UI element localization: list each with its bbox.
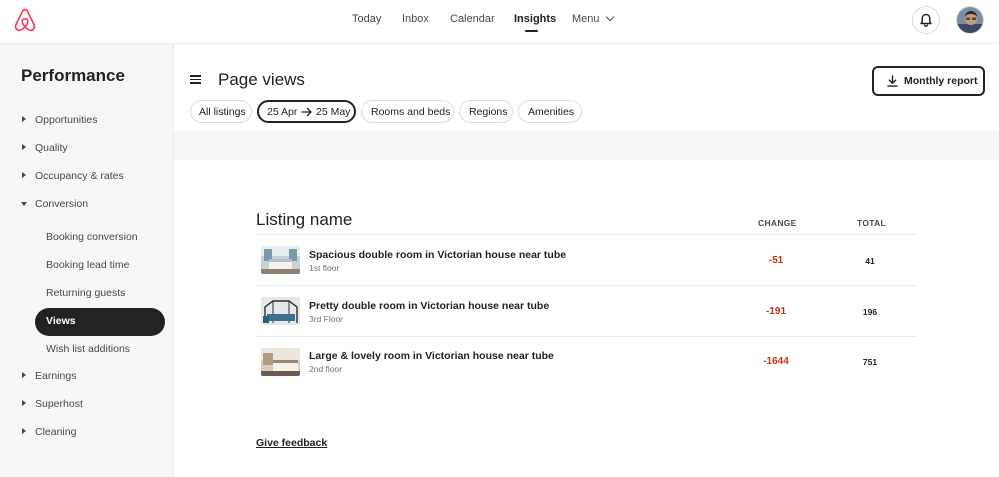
sidebar-item-label: Occupancy & rates <box>35 170 124 182</box>
listing-floor: 1st floor <box>309 263 340 273</box>
sidebar-subitem-returning-guests[interactable]: Returning guests <box>0 284 173 304</box>
sidebar-item-cleaning[interactable]: Cleaning <box>0 423 173 443</box>
chip-label: Amenities <box>528 106 575 118</box>
sidebar-item-occupancy-rates[interactable]: Occupancy & rates <box>0 167 173 187</box>
sidebar-subitem-booking-lead-time[interactable]: Booking lead time <box>0 256 173 276</box>
change-value: -51 <box>768 255 784 266</box>
arrow-right-icon <box>301 107 312 117</box>
caret-right-icon <box>22 116 26 122</box>
date-from: 25 Apr <box>267 106 298 118</box>
divider <box>256 234 916 235</box>
change-value: -191 <box>765 306 786 317</box>
sidebar-subitem-views[interactable]: Views <box>0 308 173 336</box>
chip-label: Rooms and beds <box>371 106 451 118</box>
sidebar-subitem-label: Booking lead time <box>46 259 130 271</box>
sidebar-item-label: Cleaning <box>35 426 77 438</box>
chip-label: All listings <box>199 106 246 118</box>
sidebar-item-label: Opportunities <box>35 114 98 126</box>
chart-area-placeholder <box>174 131 999 160</box>
listing-thumbnail <box>261 348 300 376</box>
user-avatar[interactable] <box>956 6 984 34</box>
sidebar-item-label: Earnings <box>35 370 77 382</box>
active-tab-indicator <box>525 30 538 32</box>
sidebar-subitem-booking-conversion[interactable]: Booking conversion <box>0 228 173 248</box>
listing-name[interactable]: Pretty double room in Victorian house ne… <box>309 300 549 312</box>
notifications-button[interactable] <box>912 6 940 34</box>
bell-icon <box>920 13 932 27</box>
sidebar-item-quality[interactable]: Quality <box>0 139 173 159</box>
sidebar-title: Performance <box>21 66 125 85</box>
date-to: 25 May <box>316 106 351 118</box>
menu-toggle-icon[interactable] <box>190 75 201 84</box>
give-feedback-link[interactable]: Give feedback <box>256 437 327 449</box>
column-header-change: CHANGE <box>758 218 797 228</box>
sidebar-item-opportunities[interactable]: Opportunities <box>0 111 173 131</box>
listing-thumbnail <box>261 246 300 274</box>
airbnb-logo-icon[interactable] <box>13 8 37 32</box>
filter-amenities[interactable]: Amenities <box>518 100 582 123</box>
caret-right-icon <box>22 400 26 406</box>
nav-menu-label: Menu <box>572 13 600 25</box>
sidebar-item-superhost[interactable]: Superhost <box>0 395 173 415</box>
table-title: Listing name <box>256 210 353 229</box>
nav-inbox[interactable]: Inbox <box>402 13 429 25</box>
sidebar-item-label: Superhost <box>35 398 83 410</box>
change-value: -1644 <box>763 356 789 367</box>
nav-calendar[interactable]: Calendar <box>450 13 495 25</box>
avatar-image <box>957 7 983 33</box>
sidebar-item-conversion[interactable]: Conversion <box>0 195 173 215</box>
filter-rooms-and-beds[interactable]: Rooms and beds <box>361 100 454 123</box>
listing-name[interactable]: Spacious double room in Victorian house … <box>309 249 566 261</box>
caret-right-icon <box>22 172 26 178</box>
sidebar-item-earnings[interactable]: Earnings <box>0 367 173 387</box>
listing-floor: 3rd Floor <box>309 314 344 324</box>
caret-right-icon <box>22 144 26 150</box>
filter-date-range[interactable]: 25 Apr 25 May <box>257 100 356 123</box>
chip-label: Regions <box>469 106 508 118</box>
download-icon <box>887 75 898 87</box>
divider <box>256 285 916 286</box>
caret-right-icon <box>22 428 26 434</box>
sidebar-item-label: Quality <box>35 142 68 154</box>
sidebar-subitem-label: Booking conversion <box>46 231 138 243</box>
divider <box>256 336 916 337</box>
column-header-total: TOTAL <box>857 218 887 228</box>
chevron-down-icon <box>605 12 614 22</box>
sidebar-subitem-wish-list-additions[interactable]: Wish list additions <box>0 340 173 360</box>
listing-thumbnail <box>261 297 300 325</box>
top-navigation-bar: Today Inbox Calendar Insights Menu <box>0 0 999 44</box>
monthly-report-label: Monthly report <box>904 75 978 87</box>
caret-down-icon <box>21 202 27 206</box>
page-title: Page views <box>218 70 305 89</box>
filter-all-listings[interactable]: All listings <box>190 100 252 123</box>
sidebar-item-label: Conversion <box>35 198 89 210</box>
nav-menu[interactable]: Menu <box>572 12 614 25</box>
total-value: 196 <box>862 307 878 317</box>
listing-floor: 2nd floor <box>309 364 343 374</box>
sidebar: Performance Opportunities Quality Occupa… <box>0 44 174 477</box>
sidebar-subitem-label: Wish list additions <box>46 343 131 355</box>
filter-regions[interactable]: Regions <box>459 100 513 123</box>
sidebar-subitem-label: Views <box>46 315 76 327</box>
monthly-report-button[interactable]: Monthly report <box>872 66 985 96</box>
total-value: 41 <box>865 256 875 266</box>
total-value: 751 <box>862 357 878 367</box>
nav-today[interactable]: Today <box>352 13 381 25</box>
caret-right-icon <box>22 372 26 378</box>
listing-name[interactable]: Large & lovely room in Victorian house n… <box>309 350 554 362</box>
sidebar-subitem-label: Returning guests <box>46 287 126 299</box>
nav-insights[interactable]: Insights <box>514 13 556 25</box>
